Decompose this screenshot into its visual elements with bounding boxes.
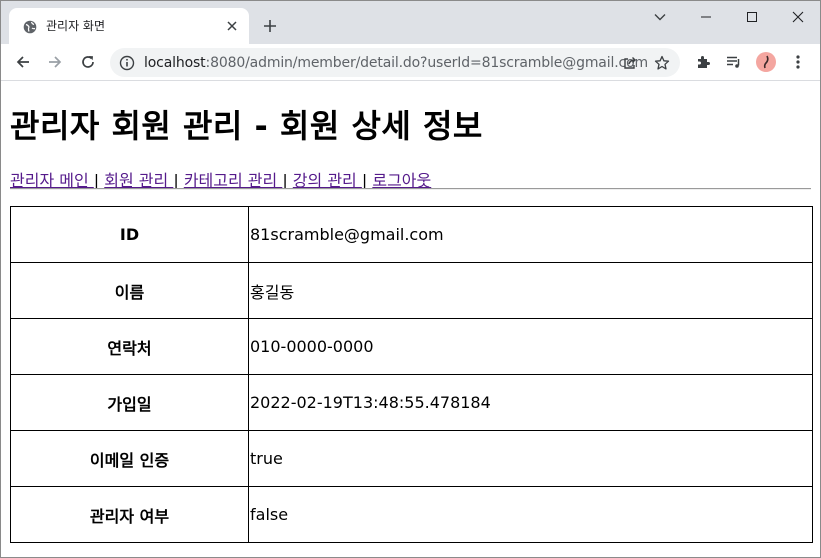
page-content: 관리자 회원 관리 - 회원 상세 정보 관리자 메인 | 회원 관리 | 카테… <box>1 81 820 557</box>
field-value: 010-0000-0000 <box>248 318 813 375</box>
info-icon[interactable] <box>119 55 135 71</box>
url-path: :8080/admin/member/detail.do?userId=81sc… <box>205 55 649 71</box>
browser-toolbar: localhost:8080/admin/member/detail.do?us… <box>1 44 820 81</box>
field-value: 81scramble@gmail.com <box>248 206 813 263</box>
kebab-menu-icon[interactable] <box>788 52 808 72</box>
maximize-icon[interactable] <box>729 5 775 29</box>
table-row: ID 81scramble@gmail.com <box>10 206 813 263</box>
plus-icon[interactable] <box>259 15 281 37</box>
share-icon[interactable] <box>620 53 640 73</box>
table-row: 가입일 2022-02-19T13:48:55.478184 <box>10 374 813 431</box>
field-label: 이메일 인증 <box>10 430 249 487</box>
field-label: 관리자 여부 <box>10 486 249 543</box>
table-row: 이름 홍길동 <box>10 262 813 319</box>
browser-window: 관리자 화면 localhost:8080/admin/member/detai… <box>0 0 821 558</box>
chevron-down-icon[interactable] <box>637 5 683 29</box>
close-icon[interactable] <box>775 5 820 29</box>
field-value: 2022-02-19T13:48:55.478184 <box>248 374 813 431</box>
address-bar[interactable]: localhost:8080/admin/member/detail.do?us… <box>110 48 680 77</box>
table-row: 연락처 010-0000-0000 <box>10 318 813 375</box>
table-row: 이메일 인증 true <box>10 430 813 487</box>
tab-strip: 관리자 화면 <box>1 1 820 44</box>
url-host: localhost <box>144 55 206 71</box>
minimize-icon[interactable] <box>683 5 729 29</box>
field-value: 홍길동 <box>248 262 813 319</box>
table-row: 관리자 여부 false <box>10 486 813 543</box>
profile-avatar-icon <box>756 52 776 72</box>
star-icon[interactable] <box>652 53 672 73</box>
reload-icon[interactable] <box>75 49 101 75</box>
arrow-right-icon[interactable] <box>42 49 68 75</box>
divider <box>10 188 811 190</box>
field-label: 가입일 <box>10 374 249 431</box>
field-value: false <box>248 486 813 543</box>
close-icon[interactable] <box>223 17 241 35</box>
url-text[interactable]: localhost:8080/admin/member/detail.do?us… <box>144 55 648 71</box>
field-label: ID <box>10 206 249 263</box>
member-detail-table: ID 81scramble@gmail.com 이름 홍길동 연락처 010-0… <box>10 206 813 543</box>
browser-tab[interactable]: 관리자 화면 <box>9 8 249 44</box>
puzzle-icon[interactable] <box>693 52 713 72</box>
tab-title: 관리자 화면 <box>46 19 106 33</box>
field-label: 연락처 <box>10 318 249 375</box>
field-value: true <box>248 430 813 487</box>
arrow-left-icon[interactable] <box>10 49 36 75</box>
avatar[interactable] <box>756 52 776 72</box>
globe-icon <box>23 19 37 34</box>
field-label: 이름 <box>10 262 249 319</box>
page-title: 관리자 회원 관리 - 회원 상세 정보 <box>10 107 483 145</box>
media-queue-icon[interactable] <box>724 52 744 72</box>
